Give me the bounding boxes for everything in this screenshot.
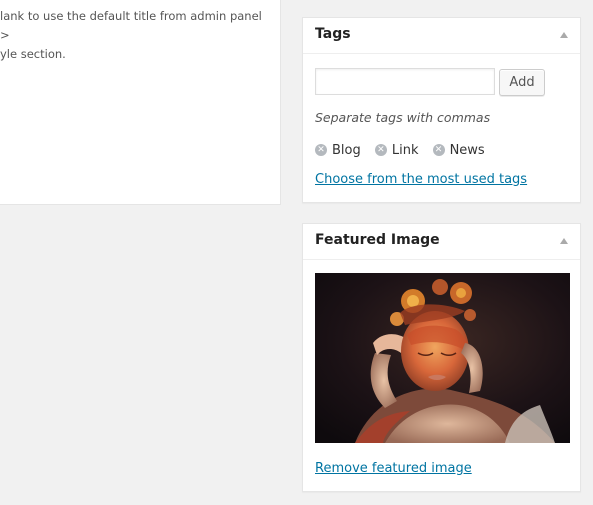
most-used-tags-link[interactable]: Choose from the most used tags (315, 172, 527, 187)
tag-checklist: ✕ Blog ✕ Link ✕ News (315, 137, 494, 158)
featured-image-box-title: Featured Image (315, 232, 440, 248)
remove-tag-icon[interactable]: ✕ (374, 144, 387, 156)
tags-box-header[interactable]: Tags (303, 18, 580, 54)
tag-item: ✕ Link (374, 142, 419, 158)
new-tag-input[interactable] (315, 68, 495, 95)
remove-tag-icon[interactable]: ✕ (432, 144, 445, 156)
collapse-toggle-icon[interactable] (560, 32, 568, 38)
featured-image-box: Featured Image Remove featured image (302, 223, 581, 492)
remove-featured-image-link[interactable]: Remove featured image (315, 461, 472, 476)
tag-label: Link (391, 142, 419, 158)
tags-box-title: Tags (315, 26, 351, 42)
tag-item: ✕ News (432, 142, 485, 158)
tags-box: Tags Add Separate tags with commas ✕ Blo… (302, 17, 581, 203)
left-panel: lank to use the default title from admin… (0, 0, 281, 205)
tag-label: Blog (332, 142, 361, 158)
featured-image-box-header[interactable]: Featured Image (303, 224, 580, 260)
remove-tag-icon[interactable]: ✕ (315, 144, 327, 156)
tag-item: ✕ Blog (315, 143, 361, 158)
featured-image[interactable] (315, 273, 570, 443)
tag-label: News (449, 142, 485, 158)
collapse-toggle-icon[interactable] (560, 238, 568, 244)
add-tag-button[interactable]: Add (499, 69, 545, 96)
title-help-text: lank to use the default title from admin… (0, 9, 262, 61)
tags-hint: Separate tags with commas (315, 110, 491, 125)
